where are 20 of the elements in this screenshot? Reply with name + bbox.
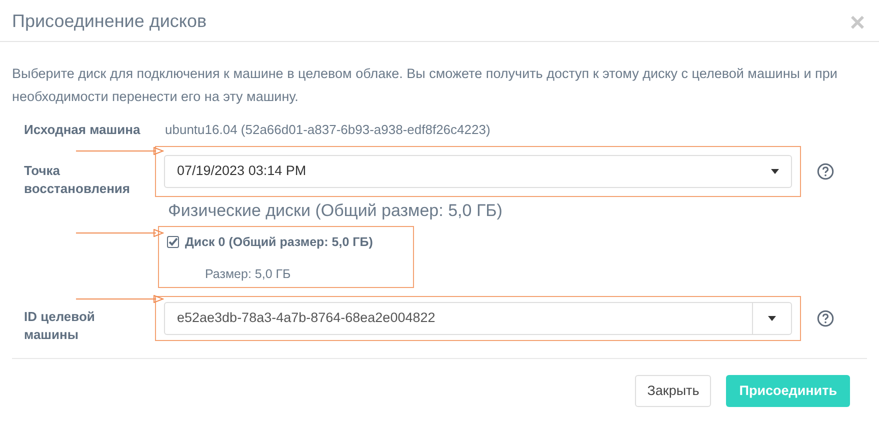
source-machine-value: ubuntu16.04 (52a66d01-a837-6b93-a938-edf8f26c4223) — [165, 121, 490, 140]
checkbox-icon — [167, 236, 179, 248]
target-machine-select[interactable]: e52ae3db-78a3-4a7b-8764-68ea2e004822 — [164, 302, 792, 334]
caret-icon — [771, 168, 779, 174]
disk-size: Размер: 5,0 ГБ — [204, 266, 292, 283]
arrow-icon — [76, 295, 164, 303]
disk-checkbox[interactable]: Диск 0 (Общий размер: 5,0 ГБ) — [167, 233, 405, 252]
field-label: ID целевой машины — [24, 308, 96, 344]
section-heading: Физические диски (Общий размер: 5,0 ГБ) — [168, 200, 504, 222]
restore-point-select[interactable]: 07/19/2023 03:14 PM — [164, 154, 792, 188]
help-icon[interactable] — [817, 162, 834, 180]
caret-icon — [768, 316, 776, 320]
description: Выберите диск для подключения к машине в целевом облаке. Вы сможете получить доступ к этому диску с целевой машины и при необходимости перенести его на эту машину. — [12, 65, 838, 106]
arrow-icon — [76, 147, 164, 155]
close-dialog-button[interactable]: Закрыть — [635, 375, 712, 407]
field-label: Точка восстановления — [24, 162, 132, 198]
help-icon[interactable] — [817, 310, 834, 326]
arrow-icon — [76, 229, 164, 237]
field-label: Исходная машина — [24, 121, 142, 140]
dialog-title: Присоединение дисков — [12, 10, 207, 33]
